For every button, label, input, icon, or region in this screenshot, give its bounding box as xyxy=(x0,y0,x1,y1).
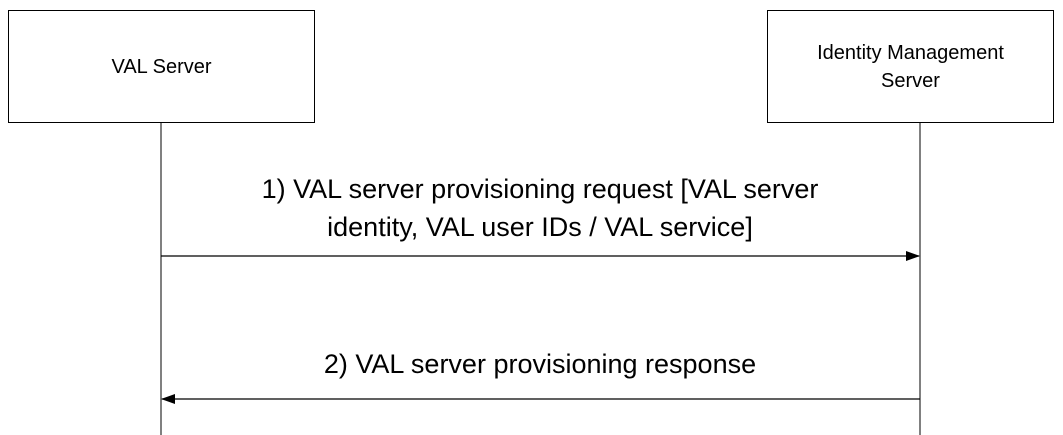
provisioning-request-label: 1) VAL server provisioning request [VAL … xyxy=(261,174,819,242)
provisioning-response-label: 2) VAL server provisioning response xyxy=(323,349,757,379)
identity-management-server-box: Identity Management Server xyxy=(767,10,1054,123)
val-server-label: VAL Server xyxy=(111,55,212,78)
val-server-box: VAL Server xyxy=(8,10,315,123)
identity-management-server-label: Identity Management Server xyxy=(817,41,1004,92)
